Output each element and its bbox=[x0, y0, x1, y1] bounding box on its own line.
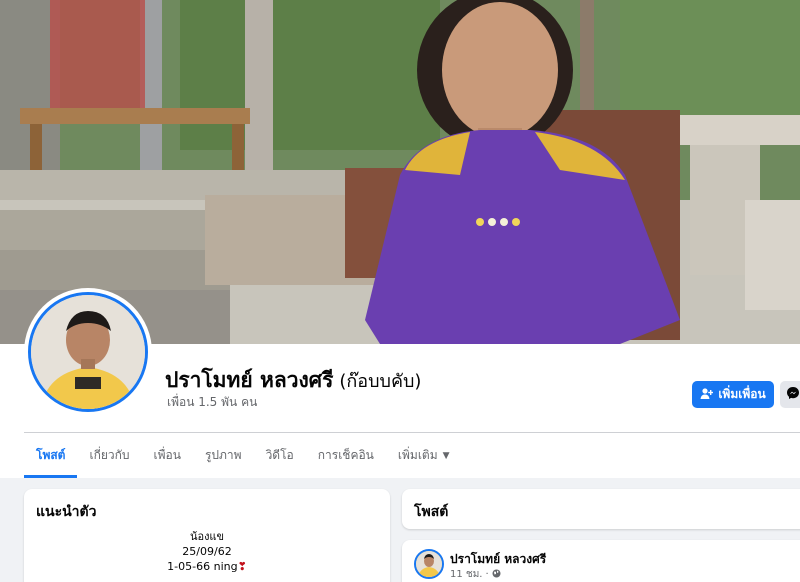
profile-picture[interactable] bbox=[24, 288, 152, 416]
post-time[interactable]: 11 ชม. bbox=[450, 567, 482, 582]
tab-label: รูปภาพ bbox=[204, 448, 242, 462]
tab-label: โพสต์ bbox=[36, 448, 66, 462]
user-plus-icon bbox=[700, 387, 714, 402]
tab-label: เพิ่มเติม bbox=[397, 448, 438, 462]
tab-checkins[interactable]: การเช็คอิน bbox=[306, 433, 386, 478]
avatar-illustration bbox=[31, 295, 145, 409]
intro-bio: น้องแข 25/09/62 1-05-66 ning❣ bbox=[24, 529, 390, 574]
profile-tabs: โพสต์ เกี่ยวกับ เพื่อน รูปภาพ วิดีโอ การ… bbox=[24, 433, 462, 478]
messenger-icon bbox=[786, 385, 800, 404]
bio-line-with-heart: 1-05-66 ning❣ bbox=[24, 559, 390, 574]
globe-icon bbox=[492, 569, 501, 581]
posts-title: โพสต์ bbox=[414, 504, 449, 520]
tab-videos[interactable]: วิดีโอ bbox=[254, 433, 306, 478]
post-meta: 11 ชม. · bbox=[450, 567, 501, 582]
posts-header-card: โพสต์ bbox=[402, 489, 800, 529]
tab-posts[interactable]: โพสต์ bbox=[24, 433, 78, 478]
profile-alternate-name: (ก๊อบบคับ) bbox=[339, 371, 422, 392]
post-author-avatar[interactable] bbox=[414, 549, 444, 579]
friends-count[interactable]: เพื่อน 1.5 พัน คน bbox=[167, 393, 257, 412]
tab-about[interactable]: เกี่ยวกับ bbox=[77, 433, 141, 478]
post-avatar-illustration bbox=[416, 551, 442, 577]
bio-line: 1-05-66 ning bbox=[167, 560, 238, 573]
bio-line: น้องแข bbox=[189, 530, 225, 543]
add-friend-button[interactable]: เพิ่มเพื่อน bbox=[692, 381, 774, 408]
message-button[interactable] bbox=[780, 381, 800, 408]
tab-label: เกี่ยวกับ bbox=[89, 448, 130, 462]
post-card: ปราโมทย์ หลวงศรี 11 ชม. · bbox=[402, 540, 800, 582]
tab-friends[interactable]: เพื่อน bbox=[142, 433, 193, 478]
tab-label: การเช็คอิน bbox=[317, 448, 374, 462]
intro-card: แนะนำตัว น้องแข 25/09/62 1-05-66 ning❣ bbox=[24, 489, 390, 582]
intro-title: แนะนำตัว bbox=[36, 504, 97, 520]
tab-photos[interactable]: รูปภาพ bbox=[193, 433, 254, 478]
add-friend-label: เพิ่มเพื่อน bbox=[718, 387, 766, 401]
cover-photo[interactable] bbox=[0, 0, 800, 344]
tab-label: เพื่อน bbox=[153, 448, 181, 462]
bio-line: 25/09/62 bbox=[182, 545, 232, 558]
meta-separator: · bbox=[485, 569, 489, 580]
avatar bbox=[28, 292, 148, 412]
caret-down-icon: ▼ bbox=[442, 450, 450, 461]
heart-icon: ❣ bbox=[237, 560, 247, 573]
tab-label: วิดีโอ bbox=[265, 448, 294, 462]
tab-more[interactable]: เพิ่มเติม ▼ bbox=[386, 433, 462, 478]
cover-illustration bbox=[0, 0, 800, 344]
